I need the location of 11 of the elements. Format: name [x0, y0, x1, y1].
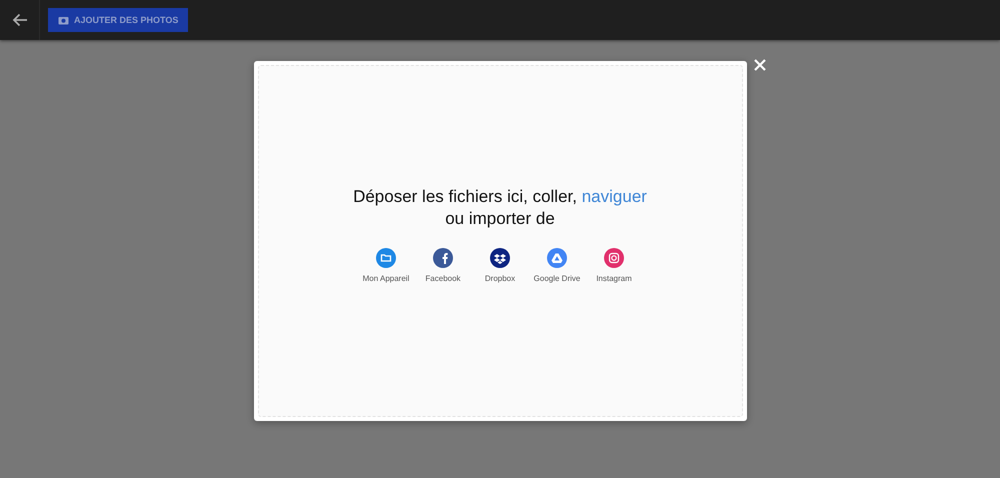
add-photos-button[interactable]: AJOUTER DES PHOTOS: [48, 8, 188, 32]
close-icon: [754, 58, 766, 70]
arrow-left-icon: [12, 13, 28, 27]
source-button[interactable]: Facebook: [414, 248, 472, 283]
source-button[interactable]: Google Drive: [528, 248, 586, 283]
source-button[interactable]: Mon Appareil: [358, 248, 414, 283]
browse-link[interactable]: naviguer: [582, 187, 647, 206]
camera-icon: [58, 15, 69, 25]
source-button[interactable]: Dropbox: [472, 248, 528, 283]
drop-prompt: Déposer les fichiers ici, coller, naviguer ou importer de: [353, 186, 647, 230]
source-button[interactable]: Instagram: [586, 248, 642, 283]
